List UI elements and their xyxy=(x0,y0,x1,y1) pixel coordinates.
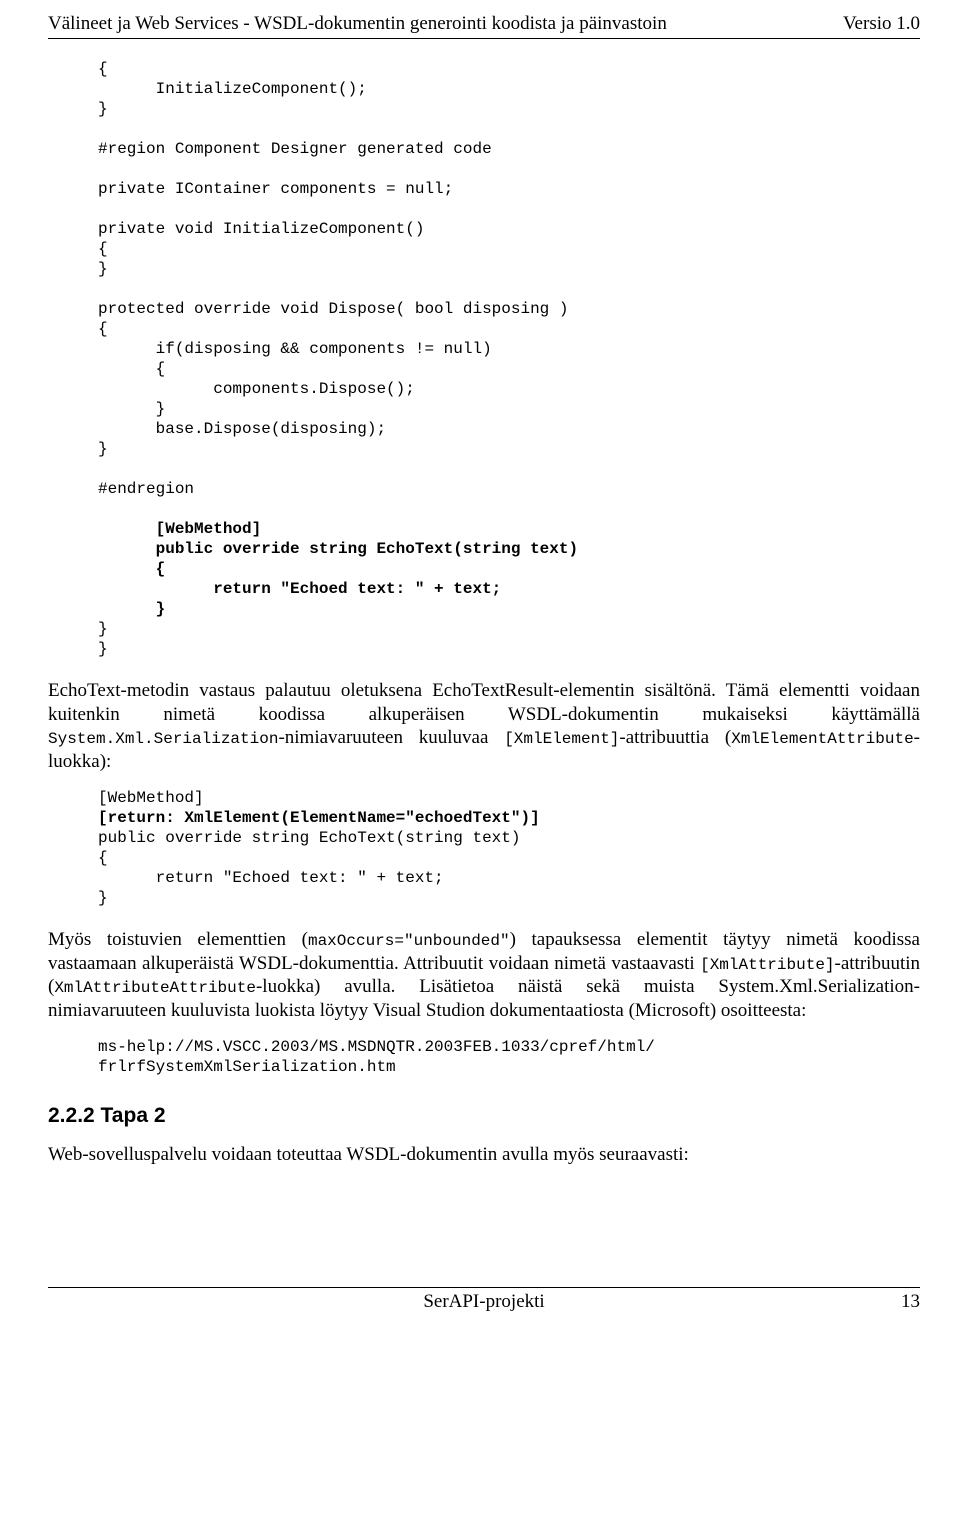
section-heading-222: 2.2.2 Tapa 2 xyxy=(48,1103,920,1129)
page-footer: SerAPI-projekti 13 xyxy=(48,1287,920,1314)
code-line: InitializeComponent(); xyxy=(98,80,367,98)
code-line: #endregion xyxy=(98,480,194,498)
inline-code: [XmlAttribute] xyxy=(700,956,834,974)
code-line: [WebMethod] xyxy=(98,520,261,538)
code-line: { xyxy=(98,360,165,378)
text-run: EchoText-metodin vastaus palautuu oletuk… xyxy=(48,680,920,725)
code-line: ms-help://MS.VSCC.2003/MS.MSDNQTR.2003FE… xyxy=(98,1038,655,1056)
footer-center: SerAPI-projekti xyxy=(108,1290,860,1314)
code-line: base.Dispose(disposing); xyxy=(98,420,386,438)
paragraph-3: Web-sovelluspalvelu voidaan toteuttaa WS… xyxy=(48,1143,920,1167)
code-line: } xyxy=(98,889,108,907)
inline-code: XmlElementAttribute xyxy=(731,730,913,748)
code-line: if(disposing && components != null) xyxy=(98,340,492,358)
code-line: public override string EchoText(string t… xyxy=(98,540,578,558)
code-line: { xyxy=(98,240,108,258)
inline-code: [XmlElement] xyxy=(504,730,619,748)
code-line: return "Echoed text: " + text; xyxy=(98,869,444,887)
inline-code: XmlAttributeAttribute xyxy=(54,979,256,997)
code-line: [WebMethod] xyxy=(98,789,204,807)
footer-left xyxy=(48,1290,108,1314)
code-line: return "Echoed text: " + text; xyxy=(98,580,501,598)
footer-page-number: 13 xyxy=(860,1290,920,1314)
text-run: Myös toistuvien elementtien ( xyxy=(48,929,308,950)
code-line: private IContainer components = null; xyxy=(98,180,453,198)
code-line: } xyxy=(98,440,108,458)
header-title: Välineet ja Web Services - WSDL-dokument… xyxy=(48,12,667,36)
code-block-1: { InitializeComponent(); } #region Compo… xyxy=(98,59,920,659)
code-block-2: [WebMethod] [return: XmlElement(ElementN… xyxy=(98,788,920,908)
code-line: components.Dispose(); xyxy=(98,380,415,398)
paragraph-1: EchoText-metodin vastaus palautuu oletuk… xyxy=(48,679,920,774)
code-line: } xyxy=(98,100,108,118)
code-line: { xyxy=(98,60,108,78)
code-line: } xyxy=(98,640,108,658)
inline-code: maxOccurs="unbounded" xyxy=(308,932,510,950)
code-line: public override string EchoText(string t… xyxy=(98,829,520,847)
paragraph-2: Myös toistuvien elementtien (maxOccurs="… xyxy=(48,928,920,1023)
code-line: [return: XmlElement(ElementName="echoedT… xyxy=(98,809,540,827)
code-block-3: ms-help://MS.VSCC.2003/MS.MSDNQTR.2003FE… xyxy=(98,1037,920,1077)
code-line: } xyxy=(98,600,165,618)
code-line: { xyxy=(98,560,165,578)
text-run: -attribuuttia ( xyxy=(619,727,731,748)
text-run: -nimiavaruuteen kuuluvaa xyxy=(278,727,504,748)
page-header: Välineet ja Web Services - WSDL-dokument… xyxy=(48,12,920,39)
code-line: { xyxy=(98,320,108,338)
inline-code: System.Xml.Serialization xyxy=(48,730,278,748)
code-line: private void InitializeComponent() xyxy=(98,220,424,238)
code-line: } xyxy=(98,260,108,278)
code-line: } xyxy=(98,400,165,418)
code-line: protected override void Dispose( bool di… xyxy=(98,300,568,318)
code-line: { xyxy=(98,849,108,867)
code-line: frlrfSystemXmlSerialization.htm xyxy=(98,1058,396,1076)
code-line: } xyxy=(98,620,108,638)
code-line: #region Component Designer generated cod… xyxy=(98,140,492,158)
header-version: Versio 1.0 xyxy=(843,12,920,36)
